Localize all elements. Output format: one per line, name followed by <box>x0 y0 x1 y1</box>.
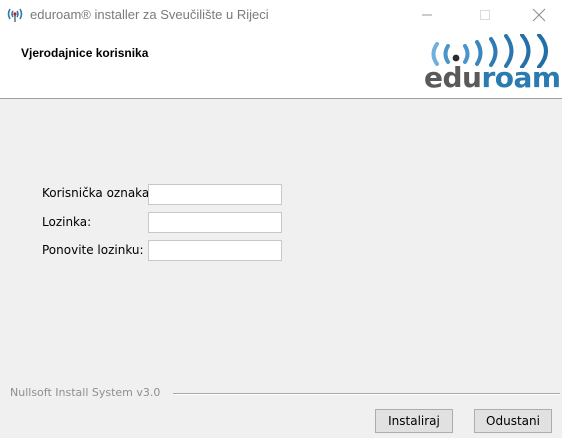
install-button[interactable]: Instaliraj <box>375 409 453 433</box>
password-repeat-input[interactable] <box>148 240 282 261</box>
eduroam-logo: eduroam <box>424 34 561 96</box>
window-title: eduroam® installer za Sveučilište u Rije… <box>30 7 269 22</box>
close-icon <box>532 8 546 22</box>
username-input[interactable] <box>148 184 282 205</box>
installer-window: eduroam® installer za Sveučilište u Rije… <box>0 0 562 438</box>
password-repeat-label: Ponovite lozinku: <box>42 243 144 257</box>
password-input[interactable] <box>148 212 282 233</box>
installer-branding: Nullsoft Install System v3.0 <box>10 386 161 399</box>
username-label: Korisnička oznaka: <box>42 186 154 200</box>
page-title: Vjerodajnice korisnika <box>21 46 149 60</box>
close-button[interactable] <box>516 0 562 30</box>
header-banner: Vjerodajnice korisnika eduroam <box>0 30 562 99</box>
password-label: Lozinka: <box>42 215 92 229</box>
cancel-button[interactable]: Odustani <box>474 409 552 433</box>
title-bar: eduroam® installer za Sveučilište u Rije… <box>0 0 562 30</box>
minimize-icon <box>422 14 432 16</box>
eduroam-signal-icon <box>7 8 23 22</box>
maximize-button[interactable] <box>462 0 508 30</box>
footer-divider <box>173 393 560 395</box>
maximize-icon <box>480 10 490 20</box>
minimize-button[interactable] <box>404 0 450 30</box>
eduroam-wordmark: eduroam <box>424 61 561 94</box>
